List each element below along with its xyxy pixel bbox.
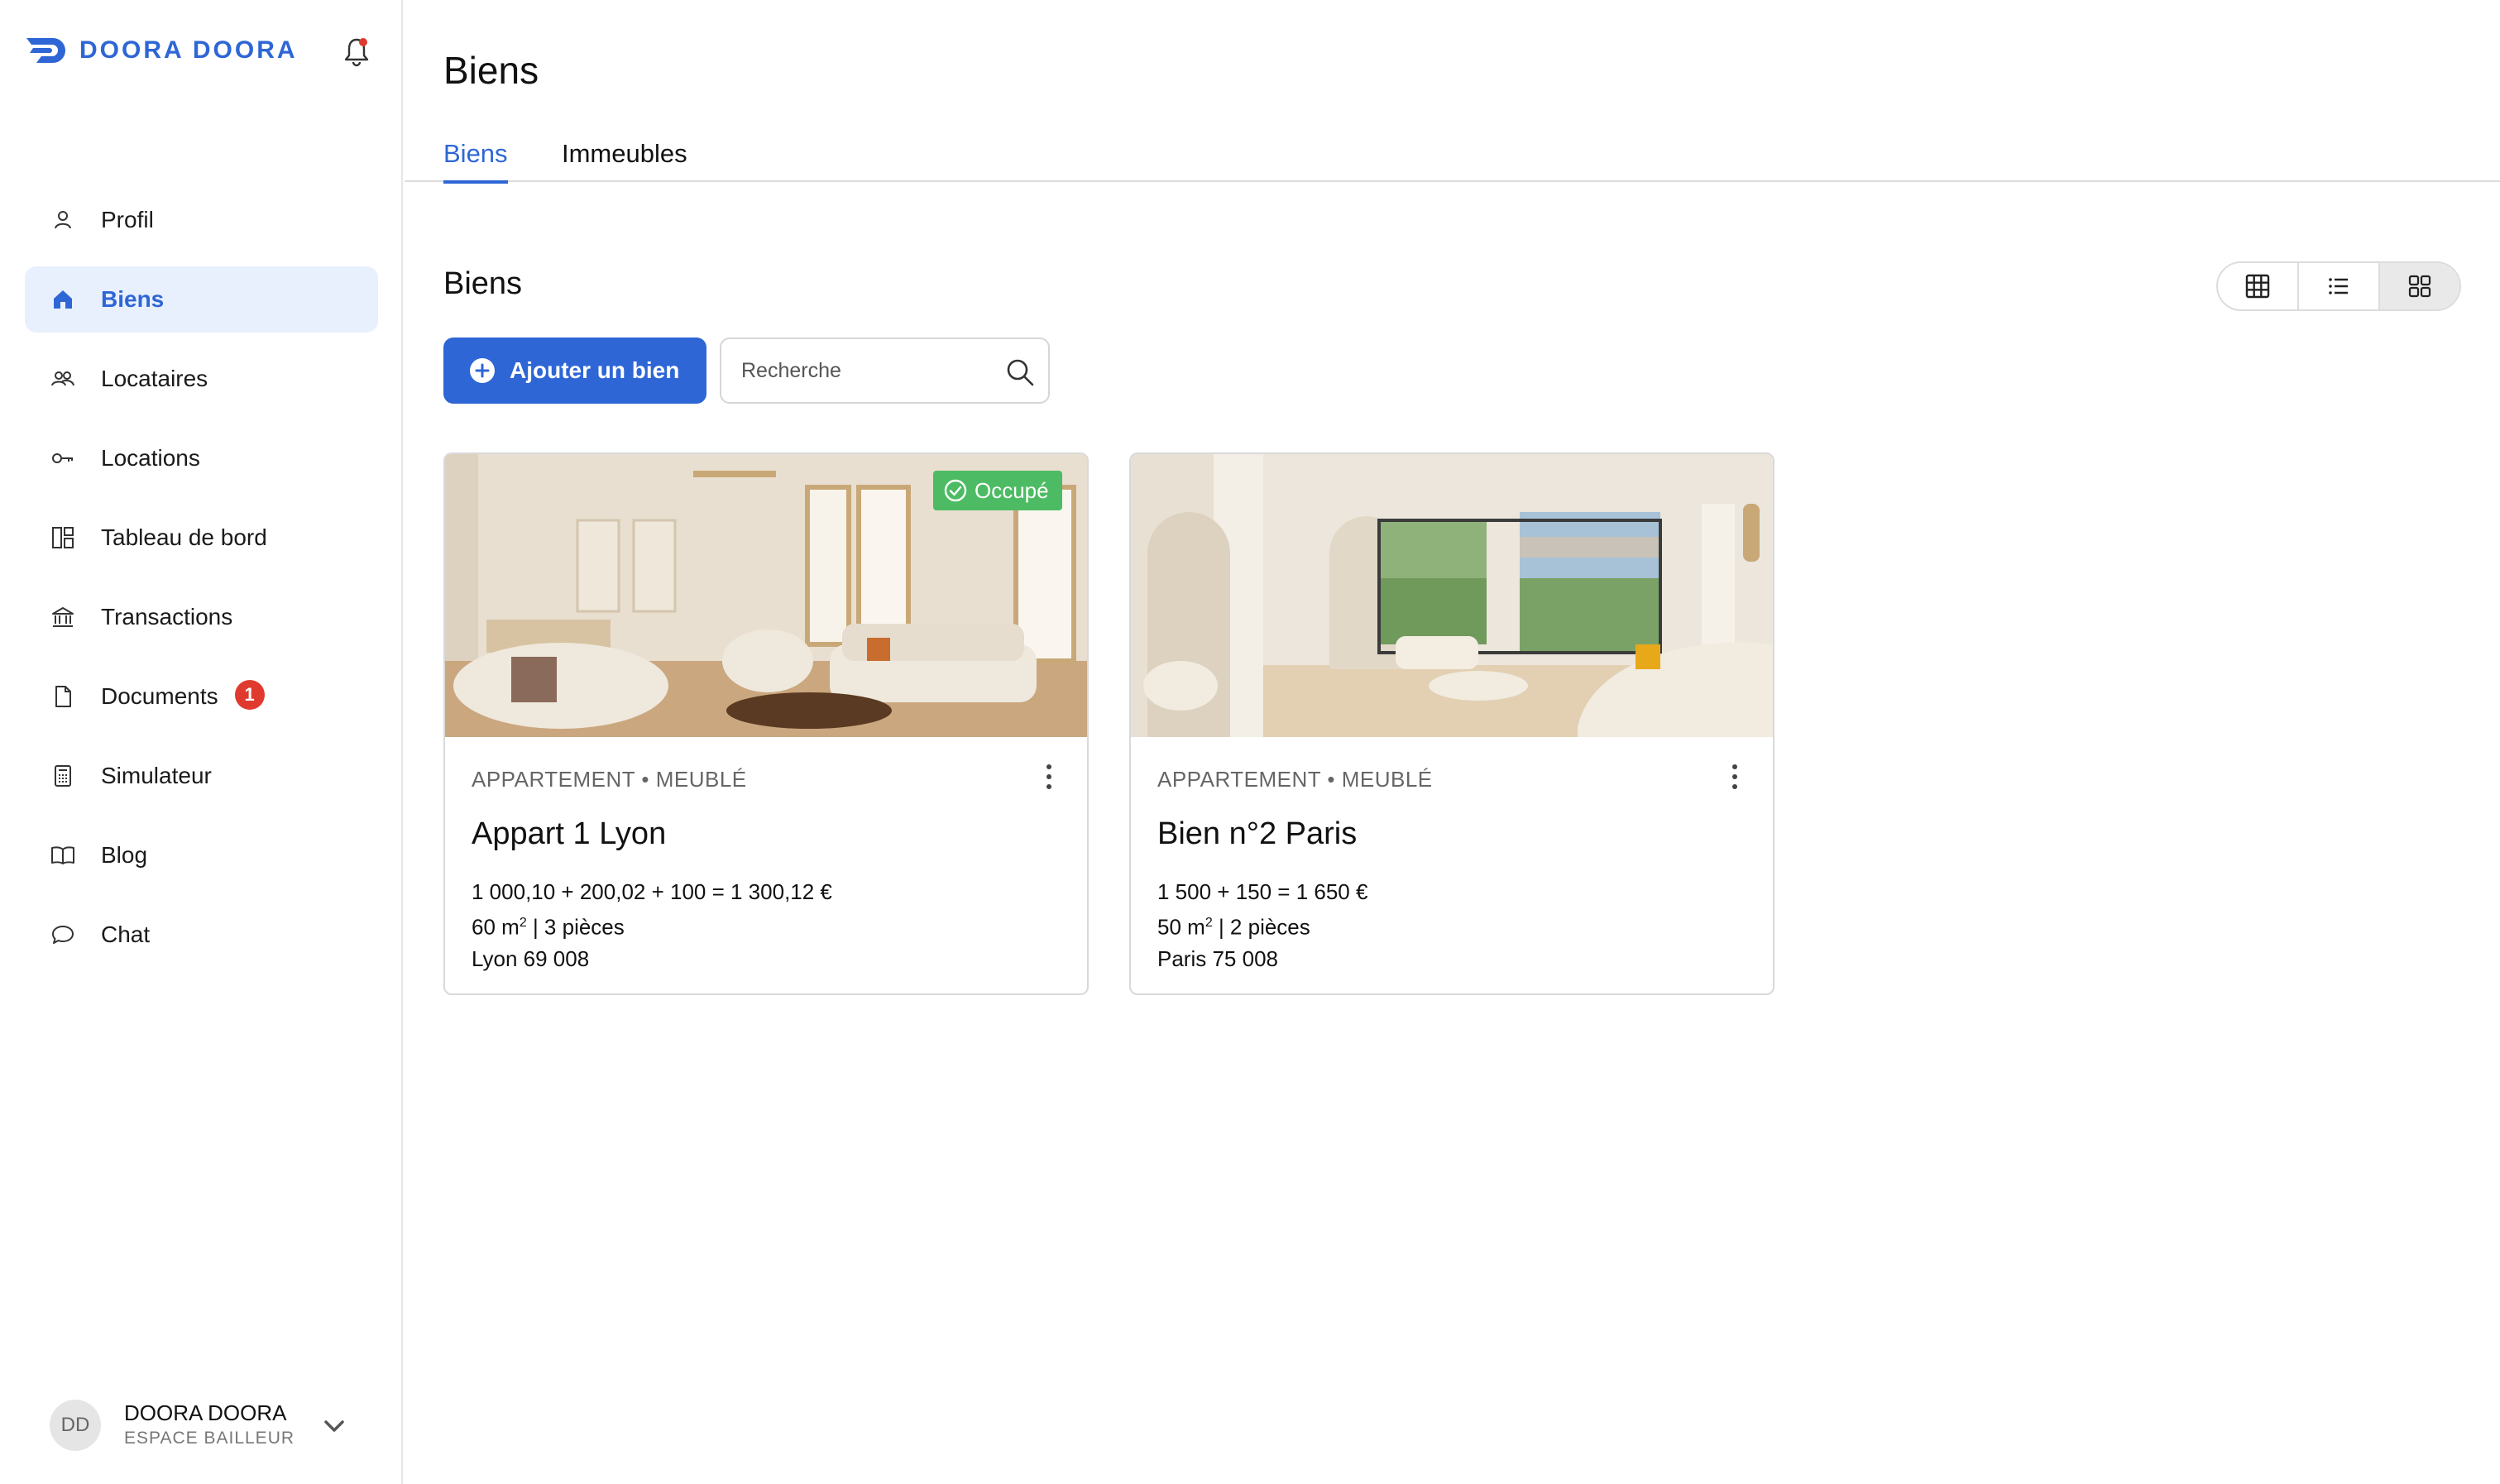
user-icon xyxy=(50,207,76,233)
sidebar-item-label: Chat xyxy=(101,922,151,947)
list-view-button[interactable] xyxy=(2299,263,2380,309)
search-box xyxy=(720,337,1050,404)
sidebar-item-label: Biens xyxy=(101,286,165,312)
property-area-rooms: 60 m2 | 3 pièces xyxy=(472,907,832,943)
property-card[interactable]: Occupé APPARTEMENT • MEUBLÉ Appart 1 Lyo… xyxy=(443,452,1089,995)
property-city: Lyon 69 008 xyxy=(472,945,590,971)
sidebar-item-label: Blog xyxy=(101,842,148,868)
property-title: Appart 1 Lyon xyxy=(472,816,667,851)
occupied-badge: Occupé xyxy=(933,471,1062,510)
sidebar-item-simulateur[interactable]: Simulateur xyxy=(25,743,378,809)
brand-logo-icon xyxy=(26,38,65,63)
property-rent: 1 000,10 + 200,02 + 100 = 1 300,12 € xyxy=(472,879,832,904)
tab-immeubles[interactable]: Immeubles xyxy=(562,139,687,180)
sidebar-item-chat[interactable]: Chat xyxy=(25,902,378,968)
sidebar-item-label: Simulateur xyxy=(101,763,212,788)
user-role: ESPACE BAILLEUR xyxy=(124,1429,295,1448)
user-name: DOORA DOORA xyxy=(124,1400,287,1425)
sidebar-nav: Profil Biens Locataires Locations Tablea xyxy=(25,187,378,981)
tabs-bar: Biens Immeubles xyxy=(405,131,2500,184)
documents-count-badge: 1 xyxy=(234,680,265,710)
search-icon[interactable] xyxy=(1003,356,1037,389)
table-view-icon xyxy=(2245,274,2270,299)
key-icon xyxy=(50,445,76,472)
sidebar-item-label: Transactions xyxy=(101,604,233,630)
property-title: Bien n°2 Paris xyxy=(1157,816,1358,851)
search-input[interactable] xyxy=(740,357,988,384)
notifications-bell-icon[interactable] xyxy=(341,35,372,68)
occupied-label: Occupé xyxy=(975,477,1049,503)
property-area-rooms: 50 m2 | 2 pièces xyxy=(1157,907,1367,943)
table-view-button[interactable] xyxy=(2218,263,2299,309)
users-icon xyxy=(50,366,76,392)
plus-circle-icon xyxy=(470,358,495,383)
brand[interactable]: DOORA DOORA xyxy=(25,31,298,69)
bank-icon xyxy=(50,604,76,630)
sidebar-item-label: Profil xyxy=(101,207,154,232)
sidebar-item-profil[interactable]: Profil xyxy=(25,187,378,253)
sidebar-item-label: Locations xyxy=(101,445,200,471)
chevron-down-icon[interactable] xyxy=(319,1411,349,1441)
sidebar-item-documents[interactable]: Documents 1 xyxy=(25,663,378,730)
sidebar-item-label: Locataires xyxy=(101,366,208,391)
view-mode-toggle xyxy=(2216,261,2461,311)
property-details: 1 500 + 150 = 1 650 € 50 m2 | 2 pièces P… xyxy=(1157,876,1367,974)
sidebar-item-label: Documents xyxy=(101,683,218,709)
grid-view-button[interactable] xyxy=(2380,263,2459,309)
sidebar-item-transactions[interactable]: Transactions xyxy=(25,584,378,650)
property-rooms: | 3 pièces xyxy=(526,914,625,940)
property-details: 1 000,10 + 200,02 + 100 = 1 300,12 € 60 … xyxy=(472,876,832,974)
sidebar-item-tableau-de-bord[interactable]: Tableau de bord xyxy=(25,505,378,571)
property-area-exponent: 2 xyxy=(1205,916,1213,930)
property-card[interactable]: APPARTEMENT • MEUBLÉ Bien n°2 Paris 1 50… xyxy=(1129,452,1774,995)
add-property-button[interactable]: Ajouter un bien xyxy=(443,337,706,404)
property-area: 60 m xyxy=(472,914,520,940)
main-content: Biens Biens Immeubles Biens Ajouter un b… xyxy=(405,0,2500,1484)
more-vertical-icon[interactable] xyxy=(1730,762,1740,792)
property-area-exponent: 2 xyxy=(519,916,527,930)
user-menu[interactable]: DD DOORA DOORA ESPACE BAILLEUR xyxy=(50,1396,364,1454)
property-type: APPARTEMENT • MEUBLÉ xyxy=(472,767,747,792)
calculator-icon xyxy=(50,763,76,789)
property-type: APPARTEMENT • MEUBLÉ xyxy=(1157,767,1433,792)
sidebar-item-biens[interactable]: Biens xyxy=(25,266,378,333)
property-city: Paris 75 008 xyxy=(1157,945,1278,971)
property-photo xyxy=(1131,454,1773,737)
section-title: Biens xyxy=(443,266,523,301)
avatar: DD xyxy=(50,1400,101,1451)
grid-view-icon xyxy=(2408,275,2431,298)
sidebar-item-label: Tableau de bord xyxy=(101,524,267,550)
brand-name: DOORA DOORA xyxy=(79,36,298,64)
property-rent: 1 500 + 150 = 1 650 € xyxy=(1157,879,1368,904)
user-info: DOORA DOORA ESPACE BAILLEUR xyxy=(124,1400,295,1451)
list-view-icon xyxy=(2329,278,2348,294)
sidebar-item-blog[interactable]: Blog xyxy=(25,822,378,888)
property-rooms: | 2 pièces xyxy=(1212,914,1310,940)
sidebar: DOORA DOORA Profil Biens Locataires Loca… xyxy=(0,0,403,1484)
document-icon xyxy=(50,683,76,710)
property-area: 50 m xyxy=(1157,914,1205,940)
dashboard-icon xyxy=(50,524,76,551)
sidebar-item-locations[interactable]: Locations xyxy=(25,425,378,491)
add-property-label: Ajouter un bien xyxy=(510,357,680,383)
book-icon xyxy=(50,842,76,869)
tab-biens[interactable]: Biens xyxy=(443,139,508,184)
check-circle-icon xyxy=(944,479,967,502)
home-icon xyxy=(50,286,76,313)
page-title: Biens xyxy=(443,49,539,92)
more-vertical-icon[interactable] xyxy=(1044,762,1054,792)
sidebar-item-locataires[interactable]: Locataires xyxy=(25,346,378,412)
chat-icon xyxy=(50,922,76,948)
